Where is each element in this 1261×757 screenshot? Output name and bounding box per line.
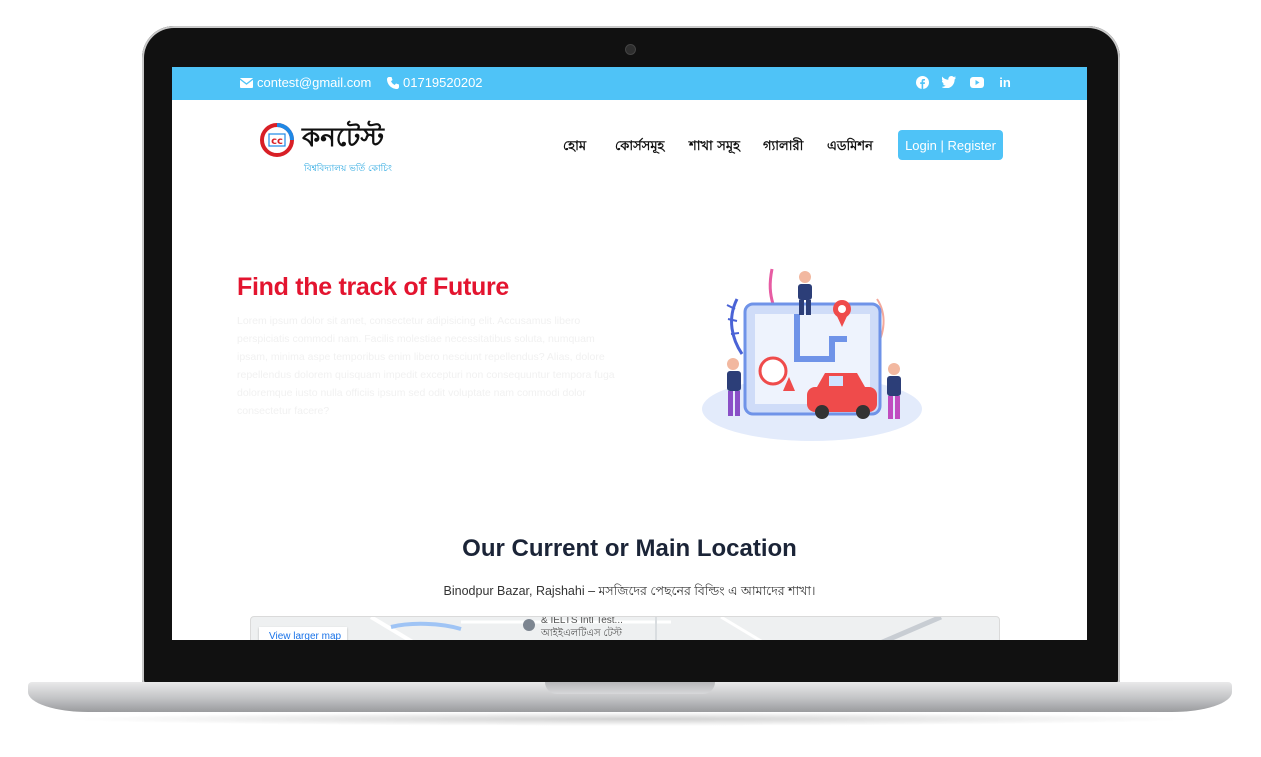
location-subtitle: Binodpur Bazar, Rajshahi – মসজিদের পেছনে… [443, 584, 816, 598]
email-text: contest@gmail.com [257, 75, 372, 90]
embedded-map[interactable]: View larger map & IELTS Intl Test... আইই… [250, 616, 1000, 640]
svg-text:cc: cc [271, 136, 283, 147]
phone-icon [387, 76, 399, 89]
hero-text: Lorem ipsum dolor sit amet, consectetur … [237, 315, 615, 417]
nav-home[interactable]: হোম [563, 137, 586, 158]
map-place-label-bn: আইইএলটিএস টেস্ট [541, 628, 623, 639]
view-larger-map-link[interactable]: View larger map [259, 627, 347, 640]
nav-admission[interactable]: এডমিশন [827, 137, 873, 158]
nav-courses[interactable]: কোর্সসমূহ [615, 137, 664, 158]
hero-title: Find the track of Future [237, 273, 509, 301]
top-contact-bar: contest@gmail.com 01719520202 in [172, 67, 1087, 100]
envelope-icon [240, 77, 253, 88]
laptop-notch [545, 682, 715, 694]
site-logo[interactable]: cc কনটেস্ট বিশ্ববিদ্যালয় ভর্তি কোচিং [260, 117, 400, 177]
laptop-shadow [60, 712, 1200, 726]
linkedin-icon[interactable]: in [998, 75, 1012, 90]
nav-branches[interactable]: শাখা সমূহ [689, 137, 740, 158]
logo-title: কনটেস্ট [302, 123, 384, 153]
logo-emblem-icon: cc [260, 123, 294, 157]
email-link[interactable]: contest@gmail.com [240, 75, 371, 90]
map-navigation-illustration [702, 268, 922, 441]
camera-icon [625, 44, 636, 55]
phone-link[interactable]: 01719520202 [387, 75, 483, 90]
map-roads [369, 617, 942, 640]
twitter-icon[interactable] [942, 75, 956, 89]
browser-screen: contest@gmail.com 01719520202 in cc কনটে… [172, 67, 1087, 640]
location-title: Our Current or Main Location [462, 535, 797, 562]
login-register-button[interactable]: Login | Register [898, 130, 1003, 160]
phone-text: 01719520202 [403, 75, 483, 90]
facebook-icon[interactable] [915, 75, 929, 89]
nav-gallery[interactable]: গ্যালারী [763, 137, 803, 158]
map-place-label: & IELTS Intl Test... [541, 616, 623, 626]
logo-subtitle: বিশ্ববিদ্যালয় ভর্তি কোচিং [304, 164, 392, 174]
youtube-icon[interactable] [970, 75, 984, 89]
